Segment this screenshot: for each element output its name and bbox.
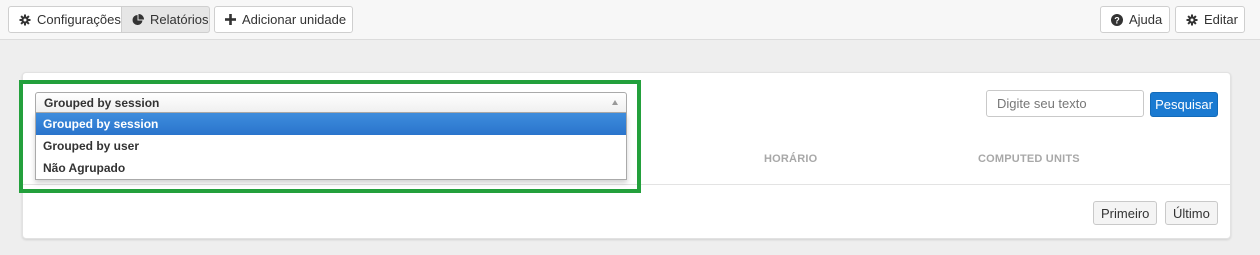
ajuda-button[interactable]: ? Ajuda — [1100, 6, 1170, 33]
configuracoes-button[interactable]: Configurações — [8, 6, 122, 33]
pie-chart-icon — [132, 13, 144, 25]
question-circle-icon: ? — [1111, 13, 1123, 26]
grouping-dropdown: Grouped by session Grouped by user Não A… — [35, 113, 627, 180]
option-grouped-by-user[interactable]: Grouped by user — [36, 135, 626, 157]
grouping-select-value: Grouped by session — [44, 96, 160, 110]
gear-icon — [19, 14, 31, 25]
pesquisar-button[interactable]: Pesquisar — [1150, 92, 1218, 117]
gear-icon — [1186, 14, 1198, 25]
option-grouped-by-session[interactable]: Grouped by session — [36, 113, 626, 135]
caret-up-icon — [612, 100, 618, 105]
primeiro-button[interactable]: Primeiro — [1093, 201, 1158, 225]
ajuda-label: Ajuda — [1129, 12, 1163, 27]
adicionar-unidade-label: Adicionar unidade — [242, 12, 347, 27]
relatorios-label: Relatórios — [150, 12, 209, 27]
option-nao-agrupado[interactable]: Não Agrupado — [36, 157, 626, 179]
grouping-select[interactable]: Grouped by session — [35, 92, 627, 113]
adicionar-unidade-button[interactable]: Adicionar unidade — [214, 6, 353, 33]
editar-button[interactable]: Editar — [1175, 6, 1245, 33]
column-header-horario[interactable]: HORÁRIO — [764, 153, 817, 165]
configuracoes-label: Configurações — [37, 12, 121, 27]
relatorios-button[interactable]: Relatórios — [122, 6, 210, 33]
editar-label: Editar — [1204, 12, 1238, 27]
plus-icon — [225, 14, 236, 25]
search-input[interactable] — [986, 90, 1144, 117]
column-header-computed-units[interactable]: COMPUTED UNITS — [978, 153, 1080, 165]
svg-text:?: ? — [1114, 15, 1120, 25]
ultimo-button[interactable]: Último — [1165, 201, 1218, 225]
top-toolbar: Configurações Relatórios Adicionar unida… — [0, 0, 1260, 40]
